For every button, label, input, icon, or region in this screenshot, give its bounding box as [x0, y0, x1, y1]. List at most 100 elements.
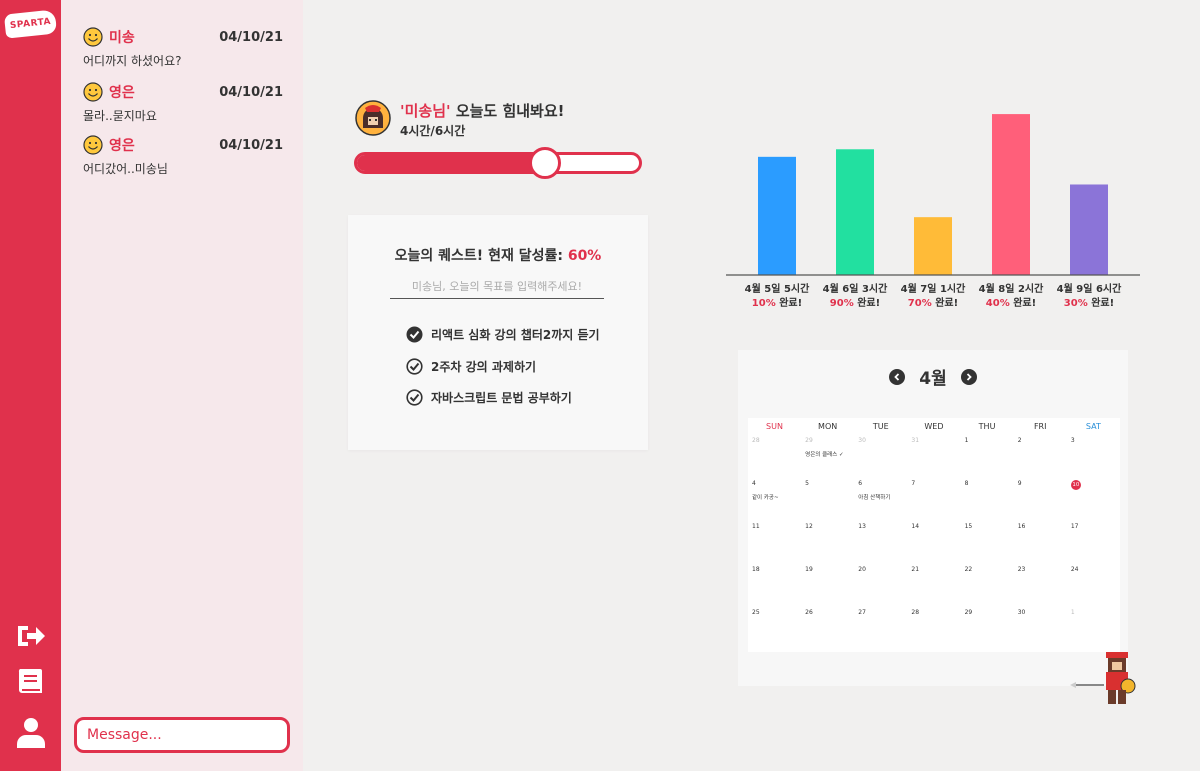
todo-text: 리액트 심화 강의 챕터2까지 듣기 — [431, 328, 600, 342]
slider-handle[interactable] — [529, 147, 561, 179]
chat-date: 04/10/21 — [219, 29, 283, 45]
day-number: 25 — [752, 609, 760, 616]
greeting-name: '미송님' — [400, 102, 451, 120]
smiley-icon — [83, 82, 103, 102]
calendar-day[interactable]: 12 — [801, 521, 854, 564]
calendar-day[interactable]: 25 — [748, 607, 801, 650]
todo-item[interactable]: 자바스크립트 문법 공부하기 — [406, 389, 572, 406]
check-outline-icon[interactable] — [406, 358, 423, 375]
check-filled-icon[interactable] — [406, 326, 423, 343]
calendar-day[interactable]: 17 — [1067, 521, 1120, 564]
check-outline-icon[interactable] — [406, 389, 423, 406]
chat-message[interactable]: 영은 04/10/21 어디갔어..미송님 — [83, 134, 283, 177]
calendar-day[interactable]: 21 — [907, 564, 960, 607]
calendar-day[interactable]: 9 — [1014, 478, 1067, 521]
prev-month-button[interactable] — [889, 368, 906, 385]
spartan-avatar-icon — [355, 100, 391, 136]
next-month-button[interactable] — [960, 368, 977, 385]
calendar-day[interactable]: 29 영은의 클래스 ✓ — [801, 435, 854, 478]
day-number: 15 — [964, 523, 973, 530]
calendar-day[interactable]: 7 — [907, 478, 960, 521]
day-number: 20 — [858, 566, 866, 573]
chat-sender: 미송 — [109, 30, 135, 46]
chart-bar[interactable] — [992, 114, 1030, 275]
chat-message[interactable]: 미송 04/10/21 어디까지 하셨어요? — [83, 26, 283, 69]
calendar-day[interactable]: 6 아침 산책하기 — [854, 478, 907, 521]
chart-completion-label: 70% 완료! — [908, 296, 958, 309]
calendar-day[interactable]: 16 — [1014, 521, 1067, 564]
chart-bar[interactable] — [914, 217, 952, 275]
day-number: 17 — [1070, 523, 1079, 530]
sparta-logo[interactable]: SPARTA — [3, 9, 58, 39]
calendar-day[interactable]: 26 — [801, 607, 854, 650]
calendar-day[interactable]: 11 — [748, 521, 801, 564]
goal-input[interactable] — [390, 275, 604, 299]
chart-completion-label: 40% 완료! — [986, 296, 1036, 309]
calendar-day[interactable]: 8 — [961, 478, 1014, 521]
day-number: 12 — [805, 523, 813, 530]
day-number: 27 — [858, 609, 866, 616]
chat-panel: 미송 04/10/21 어디까지 하셨어요? 영은 04/10/21 몰라..묻… — [61, 0, 303, 771]
calendar-day[interactable]: 19 — [801, 564, 854, 607]
spartan-character-icon — [1070, 652, 1136, 704]
calendar-day[interactable]: 28 — [748, 435, 801, 478]
calendar-day[interactable]: 2 — [1014, 435, 1067, 478]
day-number: 19 — [805, 566, 813, 573]
chat-message[interactable]: 영은 04/10/21 몰라..묻지마요 — [83, 81, 283, 124]
calendar-day[interactable]: 10 — [1067, 478, 1120, 521]
day-number: 16 — [1017, 523, 1026, 530]
calendar-day[interactable]: 1 — [1067, 607, 1120, 650]
day-number: 6 — [858, 480, 863, 487]
todo-item[interactable]: 2주차 강의 과제하기 — [406, 358, 536, 375]
message-input[interactable] — [74, 717, 290, 753]
left-rail: SPARTA — [0, 0, 61, 771]
calendar-day[interactable]: 5 — [801, 478, 854, 521]
chart-bar[interactable] — [836, 149, 874, 275]
study-hours: 4시간/6시간 — [400, 124, 466, 138]
calendar-day[interactable]: 29 — [961, 607, 1014, 650]
calendar-day[interactable]: 30 — [854, 435, 907, 478]
calendar-day[interactable]: 24 — [1067, 564, 1120, 607]
calendar-day[interactable]: 28 — [907, 607, 960, 650]
day-number: 7 — [911, 480, 916, 487]
chart-category-label: 4월 8일 2시간 — [979, 282, 1044, 295]
todo-item[interactable]: 리액트 심화 강의 챕터2까지 듣기 — [406, 326, 600, 343]
calendar-day[interactable]: 20 — [854, 564, 907, 607]
calendar-day[interactable]: 22 — [961, 564, 1014, 607]
book-icon[interactable] — [15, 666, 47, 698]
day-number: 11 — [752, 523, 760, 530]
chat-text: 어디갔어..미송님 — [83, 162, 168, 176]
greeting-title: '미송님' 오늘도 힘내봐요! — [400, 100, 564, 121]
calendar-event[interactable]: 같이 카공~ — [752, 493, 801, 501]
calendar-event[interactable]: 영은의 클래스 ✓ — [805, 450, 854, 458]
logout-icon[interactable] — [15, 620, 47, 652]
calendar-day[interactable]: 1 — [961, 435, 1014, 478]
chart-bar[interactable] — [1070, 184, 1108, 275]
calendar-day[interactable]: 18 — [748, 564, 801, 607]
calendar-day[interactable]: 31 — [907, 435, 960, 478]
calendar-day[interactable]: 4 같이 카공~ — [748, 478, 801, 521]
day-number: 24 — [1070, 566, 1079, 573]
calendar-day[interactable]: 15 — [961, 521, 1014, 564]
day-number: 1 — [964, 437, 969, 444]
quest-title: 오늘의 퀘스트! 현재 달성률: 60% — [348, 245, 648, 265]
calendar-day[interactable]: 3 — [1067, 435, 1120, 478]
study-progress-slider[interactable] — [354, 147, 642, 179]
calendar-day[interactable]: 14 — [907, 521, 960, 564]
smiley-icon — [83, 27, 103, 47]
calendar-day[interactable]: 27 — [854, 607, 907, 650]
day-number: 18 — [752, 566, 760, 573]
weekday-label: THU — [978, 422, 996, 431]
chat-text: 어디까지 하셨어요? — [83, 54, 182, 68]
calendar-event[interactable]: 아침 산책하기 — [858, 493, 907, 501]
day-number: 9 — [1017, 480, 1022, 487]
calendar-day[interactable]: 23 — [1014, 564, 1067, 607]
chart-completion-label: 90% 완료! — [830, 296, 880, 309]
calendar-day[interactable]: 30 — [1014, 607, 1067, 650]
chart-bar[interactable] — [758, 156, 796, 275]
user-icon[interactable] — [15, 716, 47, 748]
day-number: 1 — [1070, 609, 1075, 616]
day-number: 23 — [1017, 566, 1026, 573]
calendar-day[interactable]: 13 — [854, 521, 907, 564]
logo-text: SPARTA — [9, 16, 52, 32]
